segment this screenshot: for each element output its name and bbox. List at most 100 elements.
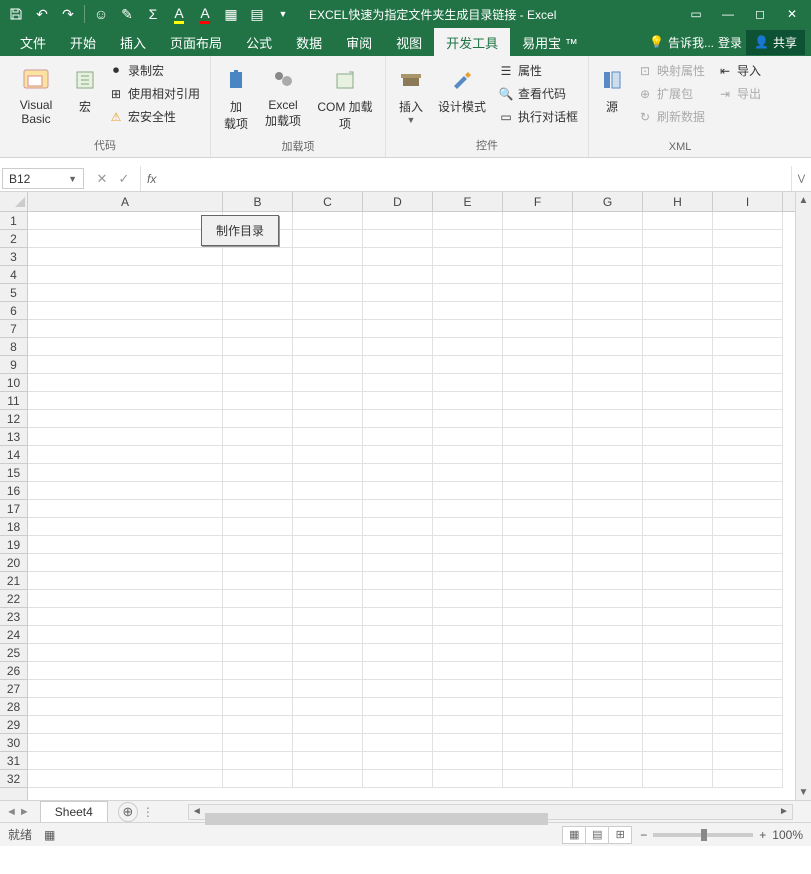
cell[interactable]	[503, 320, 573, 338]
scroll-up-icon[interactable]: ▲	[796, 192, 811, 208]
row-header[interactable]: 27	[0, 680, 27, 698]
import-button[interactable]: ⇤导入	[713, 60, 765, 81]
col-header-b[interactable]: B	[223, 192, 293, 211]
cell[interactable]	[503, 230, 573, 248]
cell[interactable]	[223, 518, 293, 536]
col-header-d[interactable]: D	[363, 192, 433, 211]
cell[interactable]	[643, 770, 713, 788]
zoom-level[interactable]: 100%	[772, 828, 803, 842]
cell[interactable]	[713, 356, 783, 374]
cell[interactable]	[713, 230, 783, 248]
cell[interactable]	[433, 302, 503, 320]
cell[interactable]	[573, 248, 643, 266]
cell[interactable]	[223, 734, 293, 752]
page-layout-view-icon[interactable]: ▤	[585, 826, 609, 844]
cell[interactable]	[643, 482, 713, 500]
cell[interactable]	[28, 212, 223, 230]
cell[interactable]	[223, 320, 293, 338]
tab-view[interactable]: 视图	[384, 28, 434, 56]
cell[interactable]	[28, 734, 223, 752]
row-header[interactable]: 28	[0, 698, 27, 716]
visual-basic-button[interactable]: Visual Basic	[6, 60, 66, 130]
cell[interactable]	[223, 338, 293, 356]
cell[interactable]	[28, 284, 223, 302]
cell[interactable]	[713, 500, 783, 518]
cell[interactable]	[363, 590, 433, 608]
cell[interactable]	[573, 464, 643, 482]
cell[interactable]	[503, 338, 573, 356]
cell[interactable]	[28, 356, 223, 374]
row-header[interactable]: 5	[0, 284, 27, 302]
picture-icon[interactable]: ▦	[219, 2, 243, 26]
cell[interactable]	[713, 608, 783, 626]
cell[interactable]	[503, 212, 573, 230]
close-icon[interactable]: ✕	[777, 2, 807, 26]
cell[interactable]	[28, 572, 223, 590]
cell[interactable]	[573, 572, 643, 590]
cell[interactable]	[643, 608, 713, 626]
cell[interactable]	[223, 662, 293, 680]
autosum-icon[interactable]: Σ	[141, 2, 165, 26]
cell[interactable]	[433, 410, 503, 428]
cell[interactable]	[503, 302, 573, 320]
cell[interactable]	[573, 698, 643, 716]
cell[interactable]	[713, 590, 783, 608]
row-header[interactable]: 32	[0, 770, 27, 788]
cell[interactable]	[573, 644, 643, 662]
cell[interactable]	[433, 662, 503, 680]
cell[interactable]	[363, 392, 433, 410]
cell[interactable]	[713, 734, 783, 752]
cell[interactable]	[573, 536, 643, 554]
cell[interactable]	[363, 770, 433, 788]
cell[interactable]	[363, 698, 433, 716]
row-header[interactable]: 3	[0, 248, 27, 266]
cell[interactable]	[503, 734, 573, 752]
select-all-corner[interactable]	[0, 192, 28, 212]
tellme-icon[interactable]: 💡	[649, 35, 664, 49]
cell[interactable]	[503, 464, 573, 482]
cell[interactable]	[293, 446, 363, 464]
cell[interactable]	[713, 374, 783, 392]
cell[interactable]	[223, 410, 293, 428]
cell[interactable]	[713, 320, 783, 338]
cell[interactable]	[223, 464, 293, 482]
row-header[interactable]: 8	[0, 338, 27, 356]
cell[interactable]	[433, 248, 503, 266]
cell[interactable]	[223, 392, 293, 410]
cell[interactable]	[433, 374, 503, 392]
row-header[interactable]: 19	[0, 536, 27, 554]
cell[interactable]	[28, 374, 223, 392]
cell[interactable]	[433, 464, 503, 482]
cell[interactable]	[713, 266, 783, 284]
cell[interactable]	[223, 284, 293, 302]
cell[interactable]	[293, 608, 363, 626]
cell[interactable]	[503, 392, 573, 410]
cell[interactable]	[503, 770, 573, 788]
cell[interactable]	[28, 644, 223, 662]
expansion-packs-button[interactable]: ⊕扩展包	[633, 83, 709, 104]
cell[interactable]	[433, 500, 503, 518]
row-header[interactable]: 14	[0, 446, 27, 464]
tellme-text[interactable]: 告诉我...	[668, 34, 714, 51]
export-button[interactable]: ⇥导出	[713, 83, 765, 104]
row-header[interactable]: 21	[0, 572, 27, 590]
cell[interactable]	[573, 266, 643, 284]
make-directory-button[interactable]: 制作目录	[201, 215, 279, 246]
cell[interactable]	[293, 716, 363, 734]
cell[interactable]	[363, 554, 433, 572]
cell[interactable]	[503, 644, 573, 662]
cell[interactable]	[433, 284, 503, 302]
cell[interactable]	[433, 266, 503, 284]
cell[interactable]	[363, 338, 433, 356]
tab-page-layout[interactable]: 页面布局	[158, 28, 234, 56]
cell[interactable]	[293, 230, 363, 248]
cell[interactable]	[363, 230, 433, 248]
cell[interactable]	[28, 410, 223, 428]
row-header[interactable]: 12	[0, 410, 27, 428]
cell[interactable]	[293, 266, 363, 284]
col-header-a[interactable]: A	[28, 192, 223, 211]
cell[interactable]	[293, 536, 363, 554]
cell[interactable]	[713, 410, 783, 428]
cell[interactable]	[433, 698, 503, 716]
cell[interactable]	[293, 356, 363, 374]
